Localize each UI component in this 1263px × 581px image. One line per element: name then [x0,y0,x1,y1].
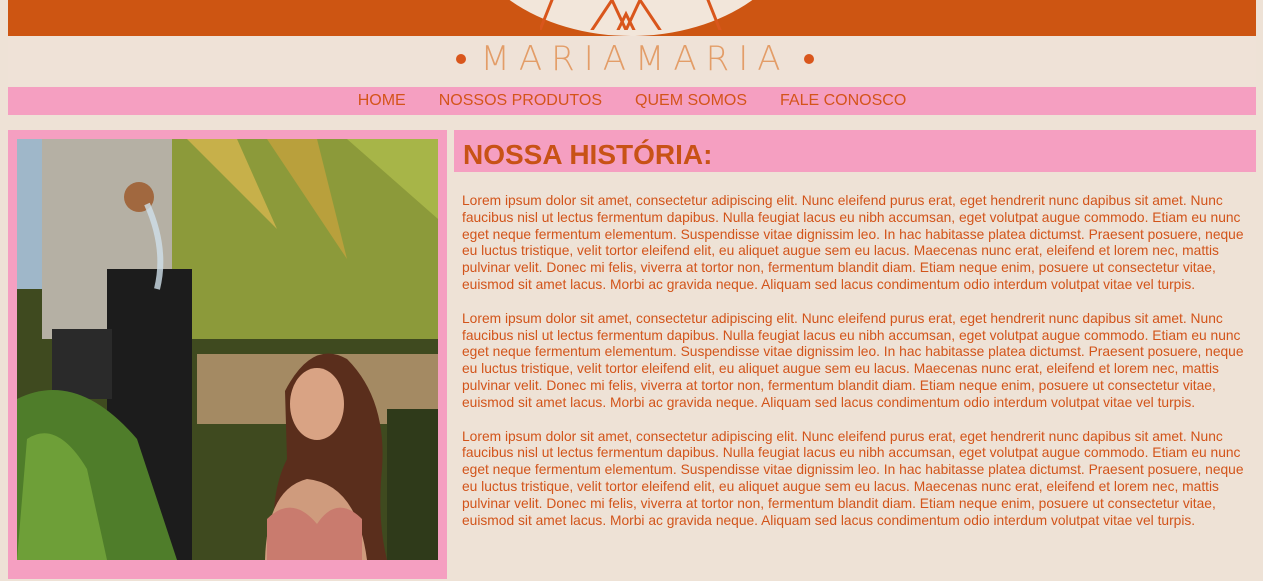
nav-nossos-produtos[interactable]: NOSSOS PRODUTOS [439,92,602,110]
brand-dot-right [803,54,814,64]
nav-fale-conosco[interactable]: FALE CONOSCO [780,92,906,110]
brand-dot-left [456,54,467,64]
history-paragraph: Lorem ipsum dolor sit amet, consectetur … [462,193,1244,292]
mm-monogram-icon[interactable] [540,0,725,30]
brand-wordmark: MARIAMARIA [480,39,790,79]
page-title: NOSSA HISTÓRIA: [463,139,713,170]
history-content: Lorem ipsum dolor sit amet, consectetur … [462,193,1252,546]
main-nav: HOME NOSSOS PRODUTOS QUEM SOMOS FALE CON… [8,87,1256,115]
brand-logo[interactable]: MARIAMARIA [430,40,840,78]
history-paragraph: Lorem ipsum dolor sit amet, consectetur … [462,428,1244,528]
nav-home[interactable]: HOME [358,92,406,110]
history-photo [17,139,438,560]
nav-quem-somos[interactable]: QUEM SOMOS [635,92,747,110]
history-paragraph: Lorem ipsum dolor sit amet, consectetur … [462,310,1244,410]
